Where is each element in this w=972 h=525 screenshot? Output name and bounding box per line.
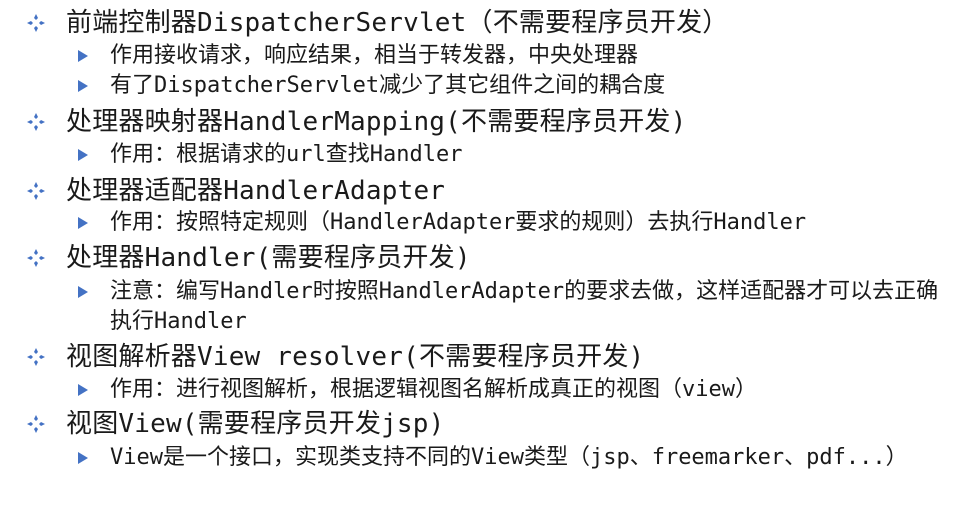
sub-item-text: 作用：根据请求的url查找Handler xyxy=(110,142,463,167)
slide: 前端控制器DispatcherServlet（不需要程序员开发） 作用接收请求，… xyxy=(0,0,972,525)
sub-item-text: 注意：编写Handler时按照HandlerAdapter的要求去做，这样适配器… xyxy=(110,279,939,334)
sub-item-text: 作用：进行视图解析，根据逻辑视图名解析成真正的视图（view） xyxy=(110,377,757,402)
triangle-right-bullet-icon xyxy=(76,140,90,170)
four-diamond-bullet-icon xyxy=(24,179,48,203)
triangle-right-bullet-icon xyxy=(76,41,90,71)
item-title: 前端控制器DispatcherServlet（不需要程序员开发） xyxy=(66,8,729,38)
triangle-right-bullet-icon xyxy=(76,375,90,405)
bullet-item-handler: 处理器Handler(需要程序员开发) xyxy=(24,241,471,275)
sub-item: 注意：编写Handler时按照HandlerAdapter的要求去做，这样适配器… xyxy=(76,277,956,337)
four-diamond-bullet-icon xyxy=(24,345,48,369)
sub-item: 有了DispatcherServlet减少了其它组件之间的耦合度 xyxy=(76,71,956,101)
item-title: 处理器Handler(需要程序员开发) xyxy=(66,243,471,273)
four-diamond-bullet-icon xyxy=(24,246,48,270)
triangle-right-bullet-icon xyxy=(76,71,90,101)
bullet-item-handler-mapping: 处理器映射器HandlerMapping(不需要程序员开发) xyxy=(24,105,686,139)
four-diamond-bullet-icon xyxy=(24,110,48,134)
item-title: 处理器适配器HandlerAdapter xyxy=(66,176,446,206)
item-title: 视图View(需要程序员开发jsp) xyxy=(66,409,445,439)
sub-item: 作用：按照特定规则（HandlerAdapter要求的规则）去执行Handler xyxy=(76,208,956,238)
sub-item: 作用：根据请求的url查找Handler xyxy=(76,140,956,170)
sub-item-text: 作用接收请求，响应结果，相当于转发器，中央处理器 xyxy=(110,43,639,68)
sub-item: 作用：进行视图解析，根据逻辑视图名解析成真正的视图（view） xyxy=(76,375,956,405)
four-diamond-bullet-icon xyxy=(24,412,48,436)
bullet-item-view-resolver: 视图解析器View resolver(不需要程序员开发) xyxy=(24,340,644,374)
four-diamond-bullet-icon xyxy=(24,11,48,35)
triangle-right-bullet-icon xyxy=(76,277,90,307)
item-title: 处理器映射器HandlerMapping(不需要程序员开发) xyxy=(66,107,687,137)
bullet-item-handler-adapter: 处理器适配器HandlerAdapter xyxy=(24,174,445,208)
triangle-right-bullet-icon xyxy=(76,208,90,238)
bullet-item-front-controller: 前端控制器DispatcherServlet（不需要程序员开发） xyxy=(24,6,729,40)
sub-item-text: 有了DispatcherServlet减少了其它组件之间的耦合度 xyxy=(110,73,666,98)
item-title: 视图解析器View resolver(不需要程序员开发) xyxy=(66,342,645,372)
bullet-item-view: 视图View(需要程序员开发jsp) xyxy=(24,407,444,441)
sub-item: 作用接收请求，响应结果，相当于转发器，中央处理器 xyxy=(76,41,956,71)
sub-item-text: View是一个接口，实现类支持不同的View类型（jsp、freemarker、… xyxy=(110,445,908,470)
sub-item: View是一个接口，实现类支持不同的View类型（jsp、freemarker、… xyxy=(76,443,956,473)
triangle-right-bullet-icon xyxy=(76,443,90,473)
sub-item-text: 作用：按照特定规则（HandlerAdapter要求的规则）去执行Handler xyxy=(110,210,807,235)
